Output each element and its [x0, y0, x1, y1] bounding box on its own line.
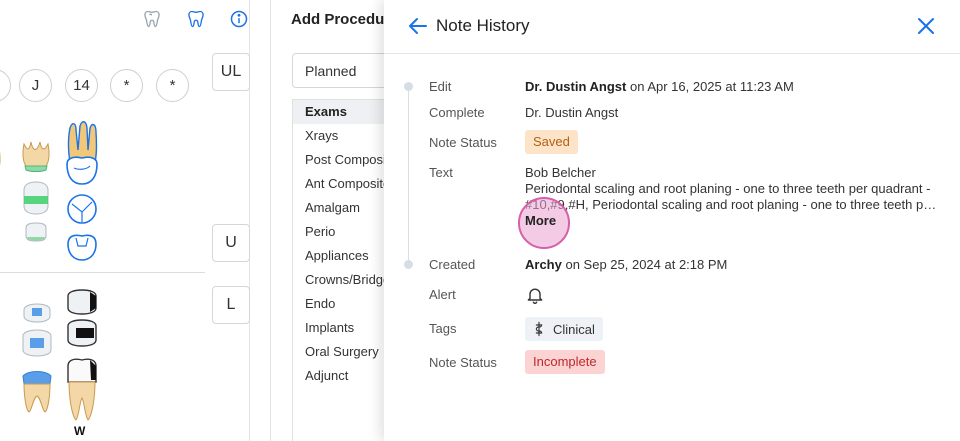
- timeline-dot-created: [404, 260, 413, 269]
- created-timestamp: on Sep 25, 2024 at 2:18 PM: [561, 257, 728, 272]
- tooth-j-graphic[interactable]: [20, 140, 52, 250]
- back-arrow-icon[interactable]: [406, 14, 430, 38]
- arch-divider: [0, 272, 205, 273]
- edit-label: Edit: [429, 79, 452, 94]
- add-procedure-title: Add Procedure: [291, 11, 399, 28]
- dental-chart: J 14 * * UL U L W: [0, 0, 270, 441]
- more-link[interactable]: More: [525, 213, 556, 228]
- quadrant-l-button[interactable]: L: [212, 286, 250, 324]
- tooth-partial-upper[interactable]: [0, 132, 6, 252]
- tooth-k-graphic[interactable]: [20, 300, 54, 415]
- note-history-panel: Note History Edit Dr. Dustin Angst on Ap…: [384, 0, 960, 441]
- note-status-label-2: Note Status: [429, 355, 497, 370]
- bell-icon[interactable]: [525, 285, 545, 305]
- close-icon[interactable]: [914, 14, 938, 38]
- edit-value: Dr. Dustin Angst on Apr 16, 2025 at 11:2…: [525, 79, 794, 94]
- complete-label: Complete: [429, 105, 485, 120]
- tooth-outline-icon[interactable]: [142, 9, 162, 29]
- tooth-number-star-1[interactable]: *: [110, 69, 143, 102]
- created-value: Archy on Sep 25, 2024 at 2:18 PM: [525, 257, 727, 272]
- note-text: Bob Belcher Periodontal scaling and root…: [525, 165, 940, 213]
- tooth-number-14[interactable]: 14: [65, 69, 98, 102]
- tooth-number-partial[interactable]: [0, 69, 11, 102]
- note-history-title: Note History: [436, 16, 530, 35]
- complete-value: Dr. Dustin Angst: [525, 105, 619, 120]
- add-procedure-panel: Add Procedure Planned Exams Xrays Post C…: [270, 0, 412, 441]
- tooth-number-star-2[interactable]: *: [156, 69, 189, 102]
- quadrant-ul-button[interactable]: UL: [212, 53, 250, 91]
- status-badge-saved: Saved: [525, 130, 578, 154]
- status-badge-incomplete: Incomplete: [525, 350, 605, 374]
- tooth-w-graphic[interactable]: [62, 288, 102, 424]
- note-history-header: Note History: [384, 0, 960, 54]
- tooth-partial-lower[interactable]: [0, 298, 8, 416]
- timeline-dot-edit: [404, 82, 413, 91]
- note-text-line-1: Bob Belcher: [525, 165, 596, 180]
- tag-label: Clinical: [553, 321, 595, 337]
- note-status-label-1: Note Status: [429, 135, 497, 150]
- tooth-w-label: W: [74, 424, 86, 438]
- created-author: Archy: [525, 257, 562, 272]
- tooth-blue-icon[interactable]: [186, 9, 206, 29]
- text-label: Text: [429, 165, 453, 180]
- edit-author: Dr. Dustin Angst: [525, 79, 627, 94]
- tooth-14-graphic[interactable]: [62, 120, 102, 265]
- info-icon[interactable]: [229, 9, 249, 29]
- tag-chip-clinical[interactable]: Clinical: [525, 317, 603, 341]
- timeline-line: [408, 86, 409, 266]
- caduceus-icon: [535, 321, 543, 337]
- note-text-line-2: Periodontal scaling and root planing - o…: [525, 181, 931, 196]
- tags-label: Tags: [429, 321, 457, 336]
- alert-label: Alert: [429, 287, 456, 302]
- tooth-number-j[interactable]: J: [19, 69, 52, 102]
- quadrant-u-button[interactable]: U: [212, 224, 250, 262]
- created-label: Created: [429, 257, 476, 272]
- edit-timestamp: on Apr 16, 2025 at 11:23 AM: [626, 79, 794, 94]
- note-text-line-3: #10,#9,#H, Periodontal scaling and root …: [525, 197, 940, 212]
